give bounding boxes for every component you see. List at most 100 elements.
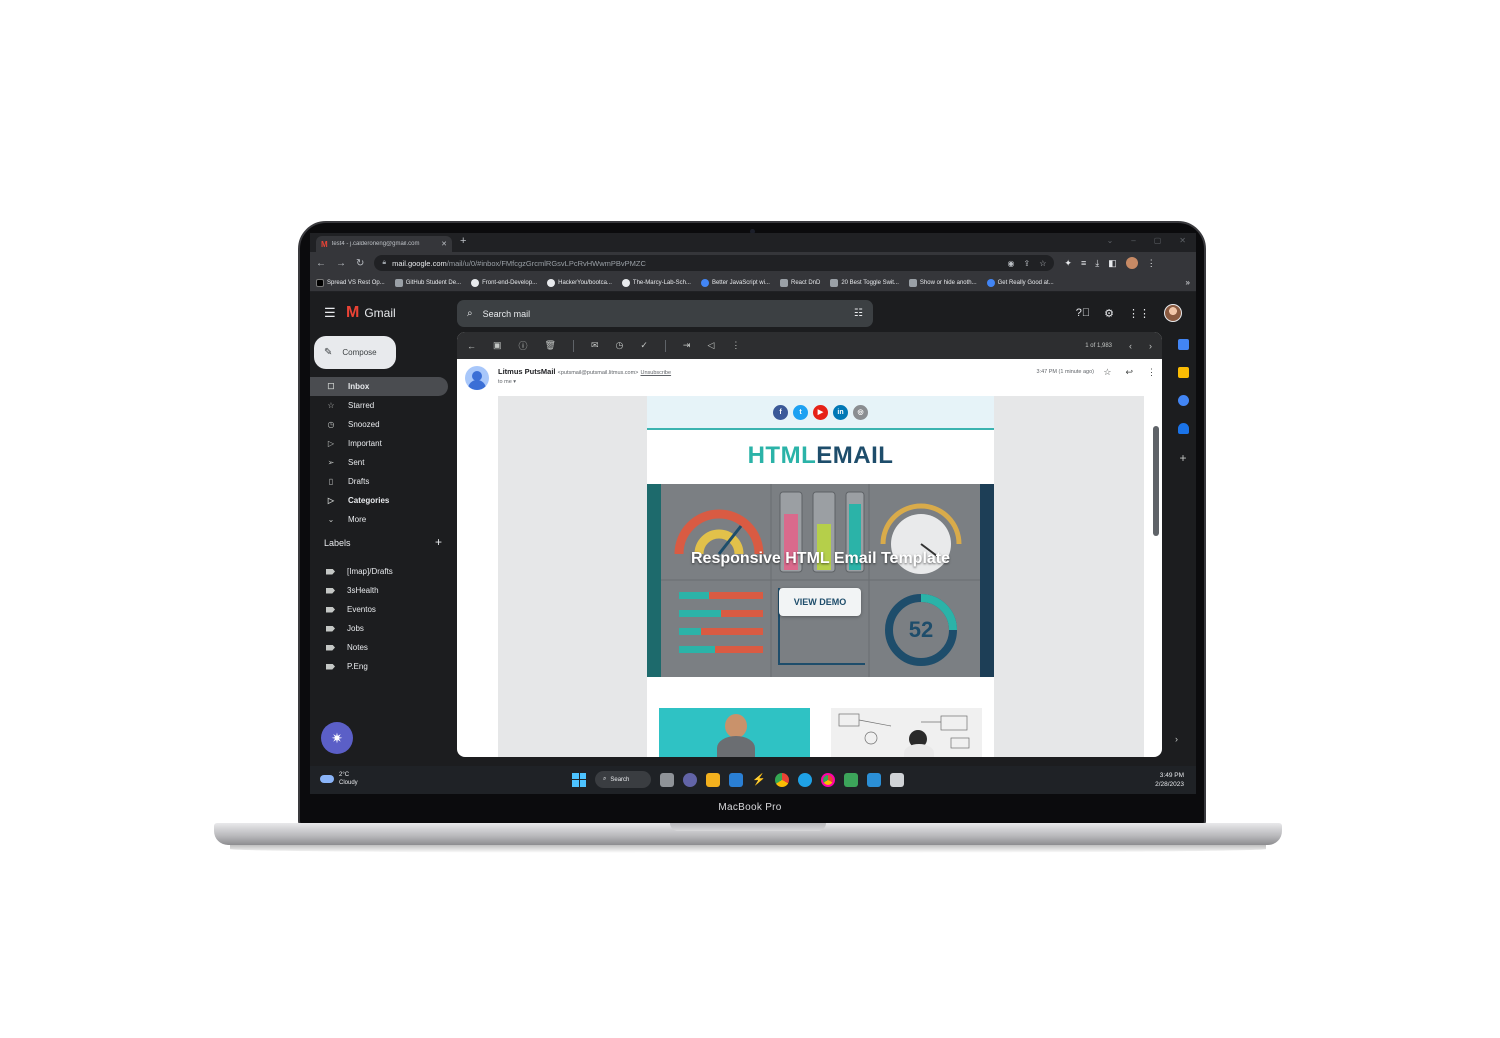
nav-item-drafts[interactable]: ▯ Drafts bbox=[310, 472, 450, 491]
linkedin-icon[interactable]: in bbox=[833, 404, 848, 420]
star-icon[interactable]: ☆ bbox=[1103, 367, 1111, 378]
search-input[interactable]: ⌕ Search mail ☷ bbox=[457, 300, 873, 327]
bookmark-item[interactable]: The-Marcy-Lab-Sch... bbox=[621, 278, 691, 287]
contacts-icon[interactable] bbox=[1177, 423, 1189, 434]
task-view-icon[interactable] bbox=[660, 772, 674, 787]
share-icon[interactable]: ⇪ bbox=[1024, 259, 1031, 268]
youtube-icon[interactable]: ▶ bbox=[813, 404, 828, 420]
download-icon[interactable]: ⤓ bbox=[1095, 258, 1099, 269]
address-bar[interactable]: 🔒︎ mail.google.com/mail/u/0/#inbox/FMfcg… bbox=[374, 255, 1055, 271]
bookmark-item[interactable]: Better JavaScript wi... bbox=[700, 278, 770, 287]
mark-unread-icon[interactable]: ✉ bbox=[591, 340, 599, 351]
move-to-icon[interactable]: ⇥ bbox=[683, 340, 691, 351]
article-thumbnail[interactable] bbox=[659, 708, 810, 757]
file-explorer-icon[interactable] bbox=[706, 772, 720, 787]
label-icon[interactable]: ◁ bbox=[707, 340, 714, 351]
nav-item-inbox[interactable]: ☐ Inbox bbox=[310, 377, 448, 396]
snooze-icon[interactable]: ◷ bbox=[616, 340, 624, 351]
forward-icon[interactable]: → bbox=[336, 258, 346, 269]
taskbar-search[interactable]: ⌕ Search bbox=[595, 771, 651, 788]
browser-tab[interactable]: M test4 - j.calderoneng@gmail.com ✕ bbox=[316, 236, 452, 252]
close-tab-icon[interactable]: ✕ bbox=[441, 240, 447, 248]
get-addons-icon[interactable]: + bbox=[1179, 451, 1186, 465]
delete-icon[interactable]: 🗑︎ bbox=[545, 340, 556, 351]
recipient-dropdown[interactable]: to me ▾ bbox=[498, 379, 516, 385]
tab-search-icon[interactable]: ⌄ bbox=[1107, 236, 1114, 245]
newer-icon[interactable]: ‹ bbox=[1129, 341, 1132, 351]
label-item[interactable]: Eventos bbox=[310, 600, 450, 619]
nav-item-sent[interactable]: ➢ Sent bbox=[310, 453, 450, 472]
profile-avatar-icon[interactable] bbox=[1125, 257, 1138, 269]
calendar-icon[interactable] bbox=[1177, 339, 1189, 350]
compose-button[interactable]: ✎ Compose bbox=[314, 336, 396, 369]
more-icon[interactable]: ⋮ bbox=[1147, 367, 1156, 378]
more-options-icon[interactable]: ⋮ bbox=[731, 340, 740, 351]
mail-app-icon[interactable] bbox=[729, 772, 743, 787]
older-icon[interactable]: › bbox=[1149, 341, 1152, 351]
nav-item-snoozed[interactable]: ◷ Snoozed bbox=[310, 415, 450, 434]
puzzle-icon[interactable]: ✦ bbox=[1064, 258, 1072, 269]
vscode-icon[interactable] bbox=[867, 772, 881, 787]
minimize-icon[interactable]: – bbox=[1131, 236, 1135, 245]
add-task-icon[interactable]: ✓ bbox=[640, 340, 648, 351]
instagram-icon[interactable]: ◎ bbox=[853, 404, 868, 420]
bookmark-star-icon[interactable]: ☆ bbox=[1039, 259, 1046, 268]
facebook-icon[interactable]: f bbox=[773, 404, 788, 420]
hamburger-menu-icon[interactable]: ☰ bbox=[324, 305, 336, 321]
nav-item-categories[interactable]: ▷ Categories bbox=[310, 491, 450, 510]
add-label-icon[interactable]: + bbox=[435, 536, 442, 548]
snipping-tool-icon[interactable] bbox=[890, 772, 904, 787]
bookmark-item[interactable]: Get Really Good at... bbox=[986, 278, 1054, 287]
apps-grid-icon[interactable]: ⋮⋮ bbox=[1128, 307, 1150, 320]
bookmark-item[interactable]: HackerYou/bootca... bbox=[547, 278, 612, 287]
search-options-icon[interactable]: ☷ bbox=[854, 308, 863, 319]
chrome-icon[interactable] bbox=[775, 772, 789, 787]
reply-icon[interactable]: ↩ bbox=[1125, 367, 1133, 378]
gear-icon[interactable]: ⚙ bbox=[1104, 307, 1114, 320]
twitter-icon[interactable]: t bbox=[793, 404, 808, 420]
new-tab-button[interactable]: + bbox=[460, 235, 466, 247]
terminal-icon[interactable]: ⚡ bbox=[752, 773, 766, 787]
label-item[interactable]: Notes bbox=[310, 638, 450, 657]
nav-item-starred[interactable]: ☆ Starred bbox=[310, 396, 450, 415]
close-window-icon[interactable]: ✕ bbox=[1179, 236, 1186, 245]
label-item[interactable]: P.Eng bbox=[310, 657, 450, 676]
expand-panel-icon[interactable]: › bbox=[1175, 734, 1178, 744]
eye-icon[interactable]: ◉ bbox=[1008, 259, 1015, 268]
bookmarks-overflow-icon[interactable]: » bbox=[1186, 278, 1190, 287]
nav-item-more[interactable]: ⌄ More bbox=[310, 510, 450, 529]
chrome-canary-icon[interactable] bbox=[821, 772, 835, 787]
gmail-logo[interactable]: M Gmail bbox=[346, 304, 396, 322]
keep-icon[interactable] bbox=[1177, 367, 1189, 378]
weather-widget[interactable]: 2°C Cloudy bbox=[320, 771, 358, 787]
help-icon[interactable]: ?⃝ bbox=[1076, 307, 1090, 319]
menu-icon[interactable]: ⋮ bbox=[1147, 258, 1156, 269]
article-thumbnail[interactable] bbox=[831, 708, 982, 757]
teams-icon[interactable] bbox=[683, 772, 697, 787]
bookmark-item[interactable]: Show or hide anoth... bbox=[908, 278, 977, 287]
account-avatar[interactable] bbox=[1164, 304, 1182, 322]
nav-item-important[interactable]: ▷ Important bbox=[310, 434, 450, 453]
start-icon[interactable] bbox=[572, 772, 586, 787]
label-item[interactable]: [Imap]/Drafts bbox=[310, 562, 450, 581]
excel-icon[interactable] bbox=[844, 772, 858, 787]
bookmark-item[interactable]: Front-end-Develop... bbox=[471, 278, 537, 287]
report-spam-icon[interactable]: ⓘ bbox=[519, 339, 528, 352]
maximize-icon[interactable]: ▢ bbox=[1154, 236, 1162, 245]
assistant-fab-button[interactable]: ✷ bbox=[321, 722, 353, 754]
tasks-icon[interactable] bbox=[1177, 395, 1189, 406]
search-icon[interactable]: ⌕ bbox=[467, 308, 473, 319]
bookmark-item[interactable]: GitHub Student De... bbox=[394, 278, 461, 287]
bookmark-item[interactable]: React DnD bbox=[779, 278, 820, 287]
scrollbar[interactable] bbox=[1153, 426, 1159, 536]
bookmark-item[interactable]: Spread VS Rest Op... bbox=[316, 278, 385, 287]
system-clock[interactable]: 3:49 PM 2/28/2023 bbox=[1155, 771, 1184, 789]
side-panel-icon[interactable]: ◧ bbox=[1108, 258, 1117, 269]
view-demo-button[interactable]: VIEW DEMO bbox=[779, 588, 861, 616]
archive-icon[interactable]: ▣ bbox=[493, 340, 502, 351]
label-item[interactable]: Jobs bbox=[310, 619, 450, 638]
back-to-inbox-icon[interactable]: ← bbox=[467, 341, 476, 351]
label-item[interactable]: 3sHealth bbox=[310, 581, 450, 600]
back-icon[interactable]: ← bbox=[316, 258, 326, 269]
bookmark-item[interactable]: 20 Best Toggle Swit... bbox=[830, 278, 899, 287]
